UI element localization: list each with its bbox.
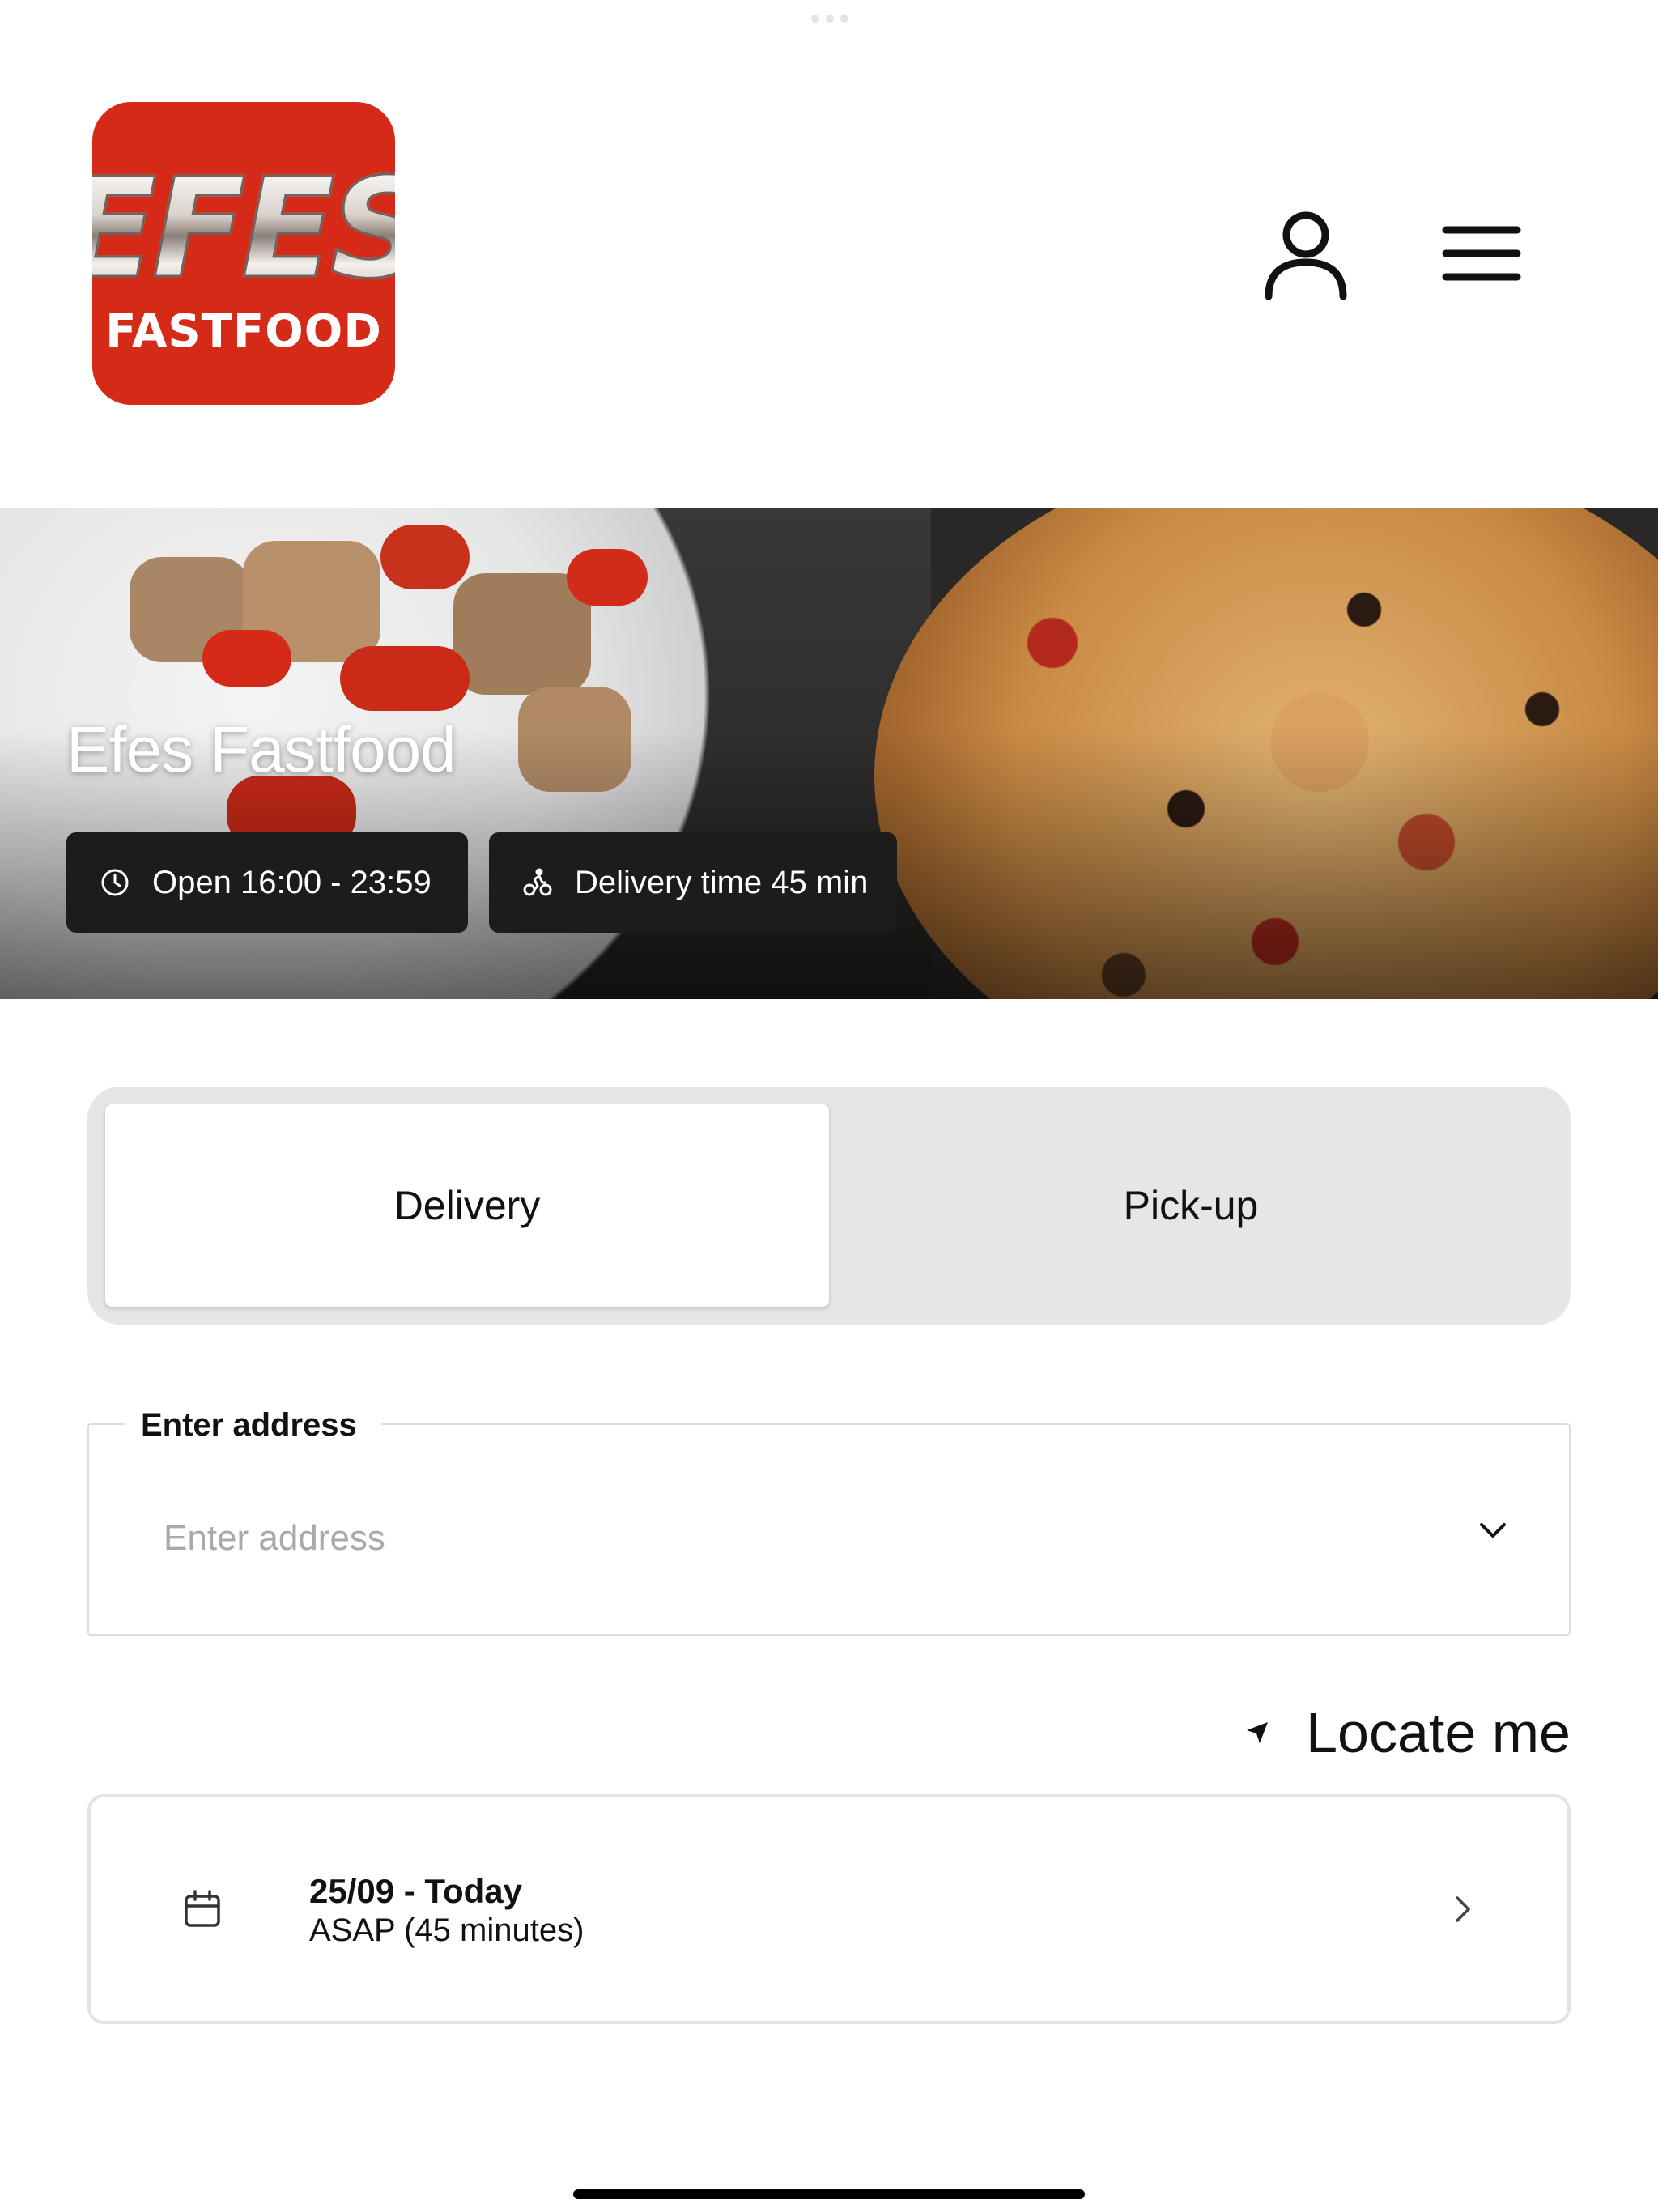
chevron-right-icon (1443, 1887, 1483, 1932)
order-type-toggle: Delivery Pick-up (87, 1087, 1571, 1325)
chevron-down-icon[interactable] (1469, 1506, 1517, 1555)
address-field[interactable]: Enter address (87, 1407, 1571, 1636)
schedule-time: ASAP (45 minutes) (309, 1912, 585, 1948)
delivery-time-badge: Delivery time 45 min (489, 832, 897, 933)
tab-delivery[interactable]: Delivery (105, 1104, 829, 1307)
schedule-selector[interactable]: 25/09 - Today ASAP (45 minutes) (87, 1794, 1571, 2024)
restaurant-name: Efes Fastfood (66, 713, 457, 785)
user-icon (1265, 211, 1347, 300)
hamburger-menu-icon (1442, 226, 1521, 281)
opening-hours-text: Open 16:00 - 23:59 (152, 864, 432, 900)
brand-logo[interactable]: EFES FASTFOOD (92, 102, 395, 405)
locate-me-button[interactable]: Locate me (1241, 1700, 1571, 1765)
tab-pickup[interactable]: Pick-up (829, 1104, 1553, 1307)
logo-wordmark: EFES (92, 160, 395, 300)
schedule-date: 25/09 - Today (309, 1872, 522, 1910)
logo-subtitle: FASTFOOD (105, 305, 382, 358)
location-arrow-icon (1241, 1716, 1273, 1749)
home-indicator[interactable] (573, 2189, 1085, 2199)
bicycle-courier-icon (521, 866, 554, 899)
clock-icon (99, 866, 131, 899)
account-button[interactable] (1259, 202, 1353, 308)
menu-button[interactable] (1435, 217, 1528, 290)
opening-hours-badge: Open 16:00 - 23:59 (66, 832, 468, 933)
address-label: Enter address (125, 1407, 381, 1444)
locate-me-label: Locate me (1306, 1701, 1571, 1764)
hero-banner: Efes Fastfood Open 16:00 - 23:59 Deliver… (0, 508, 1658, 999)
address-input[interactable] (164, 1506, 1378, 1571)
multitasking-indicator[interactable] (811, 15, 848, 23)
calendar-icon (181, 1888, 223, 1930)
delivery-time-text: Delivery time 45 min (575, 864, 869, 900)
